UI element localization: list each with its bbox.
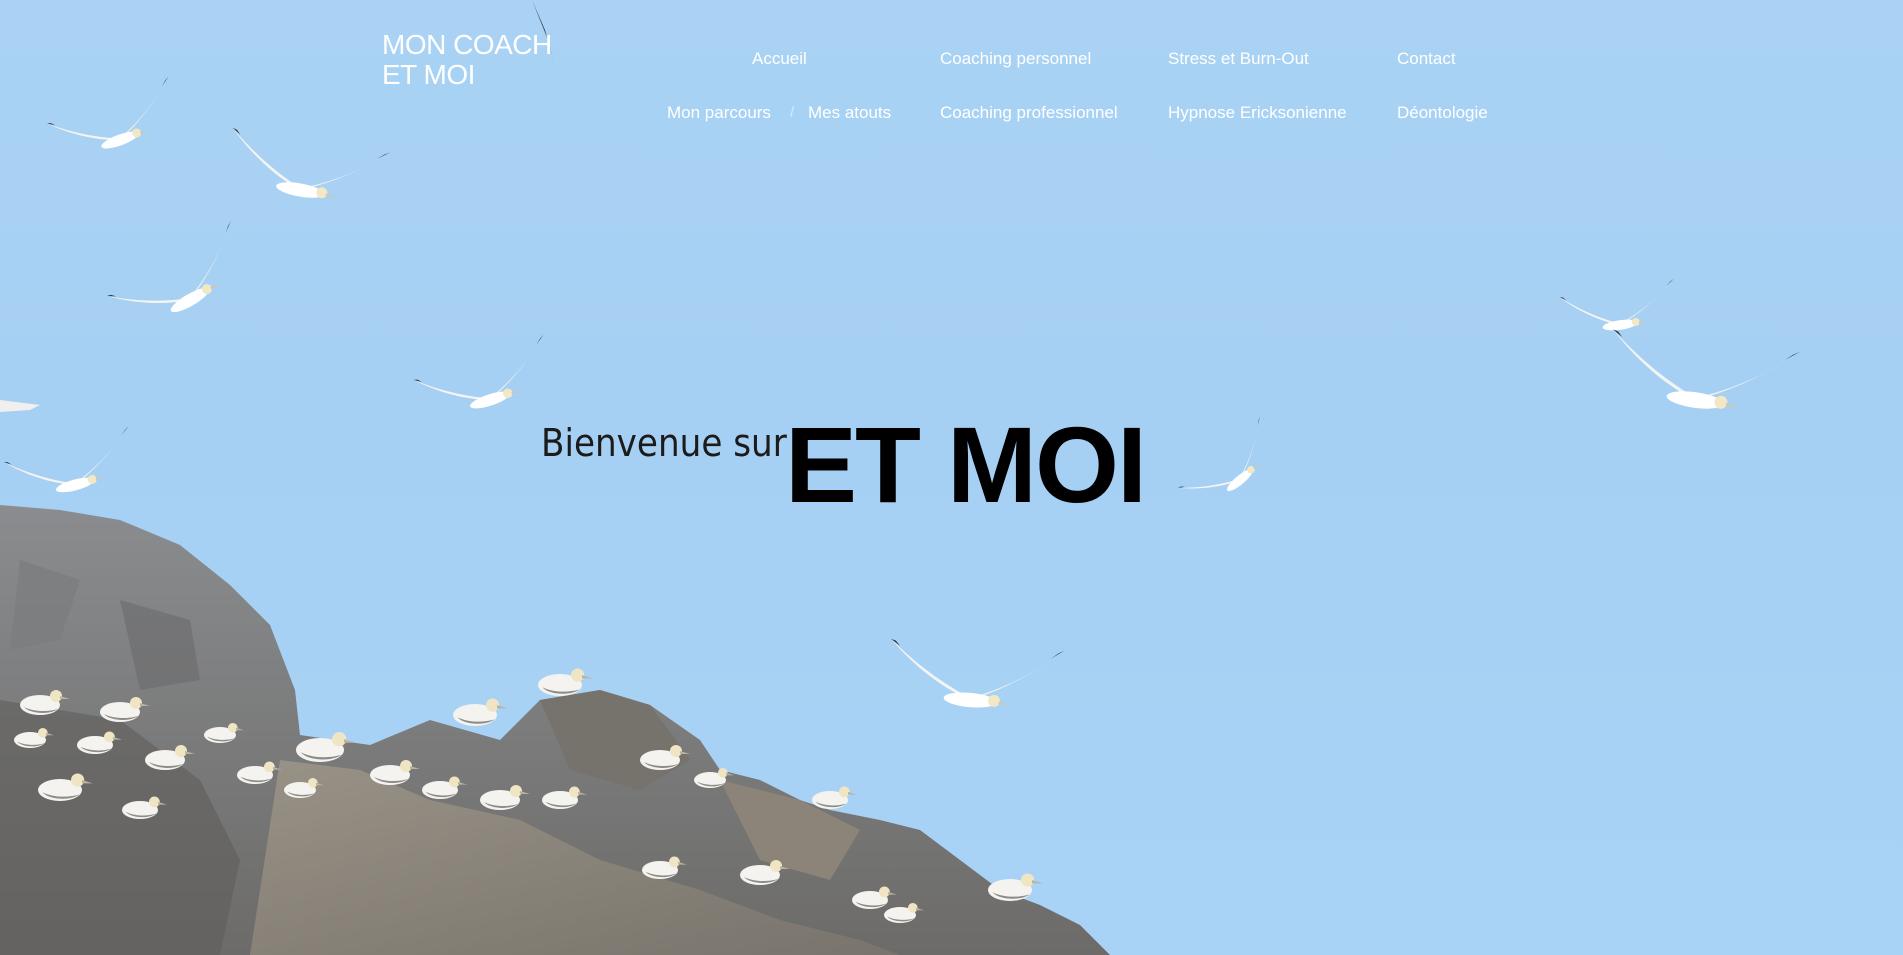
nav-item-contact[interactable]: Contact	[1397, 49, 1456, 69]
nav-separator: /	[790, 104, 795, 121]
nav-item-coaching-professionnel[interactable]: Coaching professionnel	[940, 103, 1118, 123]
welcome-text: Bienvenue sur	[541, 421, 787, 465]
nav-item-coaching-personnel[interactable]: Coaching personnel	[940, 49, 1091, 69]
hero-title: ET MOI	[785, 404, 1147, 525]
nav-item-mon-parcours[interactable]: Mon parcours	[667, 103, 771, 123]
nav-item-stress-burn-out[interactable]: Stress et Burn-Out	[1168, 49, 1309, 69]
nav-item-accueil[interactable]: Accueil	[752, 49, 807, 69]
nav-item-hypnose-ericksonienne[interactable]: Hypnose Ericksonienne	[1168, 103, 1347, 123]
main-navigation: Accueil Coaching personnel Stress et Bur…	[0, 0, 1903, 140]
nav-item-deontologie[interactable]: Déontologie	[1397, 103, 1488, 123]
nav-item-mes-atouts[interactable]: Mes atouts	[808, 103, 891, 123]
hero-section: MON COACH ET MOI Accueil Coaching person…	[0, 0, 1903, 955]
